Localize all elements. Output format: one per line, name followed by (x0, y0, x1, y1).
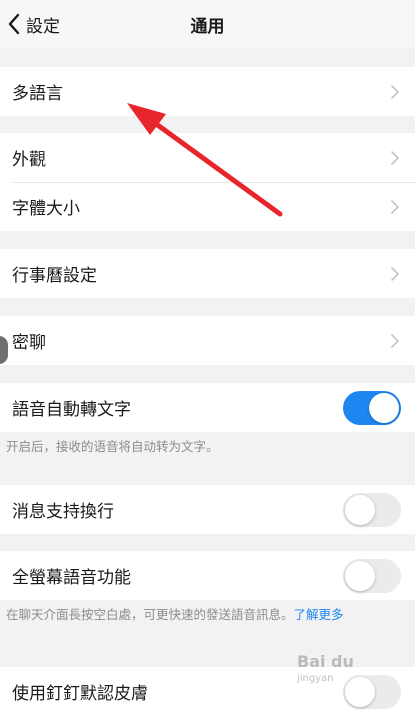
settings-group-line-break: 消息支持換行 (0, 485, 415, 534)
row-label: 語音自動轉文字 (12, 400, 131, 420)
voice-to-text-note: 开启后，接收的语音将自动转为文字。 (6, 437, 406, 457)
watermark-sub: jingyan (297, 673, 334, 684)
settings-group-calendar: 行事曆設定 (0, 249, 415, 298)
watermark-text: Bai du (297, 652, 354, 671)
row-label: 使用釘釘默認皮膚 (12, 684, 148, 704)
row-appearance[interactable]: 外觀 (0, 133, 415, 182)
row-label: 全螢幕語音功能 (12, 568, 131, 588)
toggle-knob (345, 560, 375, 591)
row-voice-to-text: 語音自動轉文字 (0, 383, 415, 432)
toggle-knob (369, 392, 399, 423)
fullscreen-voice-note: 在聊天介面長按空白處，可更快速的發送語音訊息。了解更多 (6, 605, 406, 625)
settings-group-language: 多語言 (0, 67, 415, 116)
row-label: 密聊 (12, 333, 46, 353)
note-text: 开启后，接收的语音将自动转为文字。 (6, 439, 219, 454)
voice-to-text-toggle[interactable] (343, 390, 401, 425)
row-label: 多語言 (12, 84, 63, 104)
chevron-right-icon (391, 84, 399, 99)
row-message-line-break: 消息支持換行 (0, 485, 415, 534)
row-label: 消息支持換行 (12, 502, 114, 522)
fullscreen-voice-toggle[interactable] (343, 558, 401, 593)
settings-group-voice-to-text: 語音自動轉文字 (0, 383, 415, 432)
row-label: 字體大小 (12, 199, 80, 219)
row-secret-chat[interactable]: 密聊 (0, 316, 415, 365)
settings-group-secret-chat: 密聊 (0, 316, 415, 365)
row-label: 行事曆設定 (12, 266, 97, 286)
page-title: 通用 (190, 17, 225, 37)
baidu-watermark-logo: Bai du jingyan (297, 652, 407, 702)
learn-more-link[interactable]: 了解更多 (294, 607, 344, 622)
settings-group-display: 外觀 字體大小 (0, 133, 415, 231)
row-font-size[interactable]: 字體大小 (0, 182, 415, 231)
chevron-right-icon (391, 150, 399, 165)
row-label: 外觀 (12, 150, 46, 170)
row-calendar-settings[interactable]: 行事曆設定 (0, 249, 415, 298)
nav-bar: 設定 通用 (0, 0, 415, 48)
row-multi-language[interactable]: 多語言 (0, 67, 415, 116)
settings-group-fullscreen-voice: 全螢幕語音功能 (0, 551, 415, 600)
chevron-right-icon (391, 266, 399, 281)
row-fullscreen-voice: 全螢幕語音功能 (0, 551, 415, 600)
chevron-right-icon (391, 333, 399, 348)
chevron-right-icon (391, 199, 399, 214)
line-break-toggle[interactable] (343, 492, 401, 527)
note-text: 在聊天介面長按空白處，可更快速的發送語音訊息。 (6, 607, 294, 622)
toggle-knob (345, 494, 375, 525)
